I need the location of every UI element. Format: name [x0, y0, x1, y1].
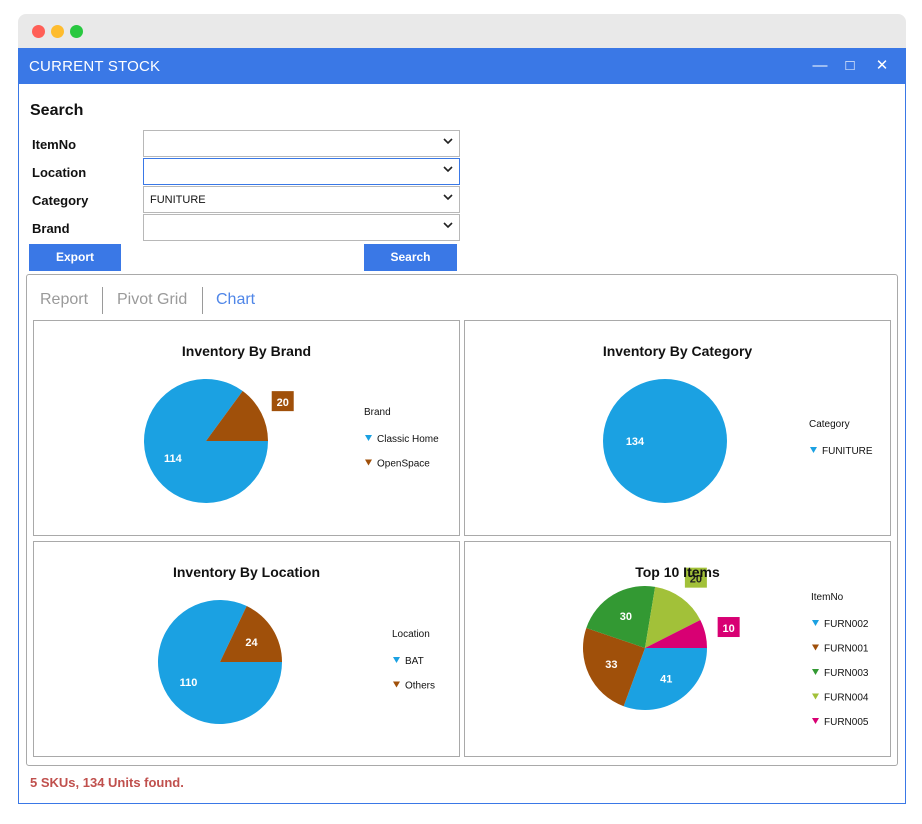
legend-marker-icon [365, 435, 372, 441]
chart-title: Inventory By Brand [181, 343, 312, 359]
chart-title: Top 10 Items [635, 564, 720, 580]
legend-item[interactable]: Classic Home [377, 434, 439, 445]
close-window-dot-icon[interactable] [32, 25, 45, 38]
legend-marker-icon [812, 644, 819, 651]
tab-report[interactable]: Report [40, 291, 88, 309]
window-titlebar: CURRENT STOCK — □ ✕ [19, 49, 905, 84]
tab-pivot-grid[interactable]: Pivot Grid [117, 291, 187, 309]
export-button[interactable]: Export [29, 244, 121, 271]
legend-marker-icon [812, 693, 819, 700]
search-button[interactable]: Search [364, 244, 457, 271]
legend-marker-icon [393, 681, 400, 688]
window-title: CURRENT STOCK [29, 58, 161, 75]
zoom-window-dot-icon[interactable] [70, 25, 83, 38]
legend-title: Brand [364, 407, 391, 418]
data-label: 20 [277, 397, 289, 409]
tab-divider [102, 287, 103, 314]
legend-item[interactable]: BAT [405, 656, 424, 667]
data-label: 33 [605, 659, 617, 671]
category-label: Category [32, 193, 89, 208]
location-label: Location [32, 165, 87, 180]
tab-chart[interactable]: Chart [216, 291, 255, 309]
current-stock-window: CURRENT STOCK — □ ✕ Search ItemNo Locati… [18, 48, 906, 804]
legend-marker-icon [393, 657, 400, 663]
macos-title-bar [18, 14, 906, 48]
category-select[interactable]: FUNITURE [143, 186, 460, 213]
results-panel: Report Pivot Grid Chart 114 20 Brand Classi… [26, 274, 898, 766]
chevron-down-icon [443, 138, 453, 145]
legend-marker-icon [365, 459, 372, 466]
chevron-down-icon [443, 166, 453, 173]
data-label: 110 [180, 677, 198, 689]
pie-slice[interactable] [603, 379, 727, 503]
data-label: 30 [620, 611, 632, 623]
legend-item[interactable]: FURN003 [824, 668, 869, 679]
itemno-select[interactable] [143, 130, 460, 157]
tab-divider [202, 287, 203, 314]
chart-top-10-items: 41 33 30 20 10 ItemNo FURN002 FURN001 FURN003 FUR… [464, 541, 891, 757]
chart-inventory-by-category: 134 Category FUNITURE Inventory By Categor… [464, 320, 891, 536]
status-message: 5 SKUs, 134 Units found. [30, 775, 184, 790]
legend-marker-icon [812, 669, 819, 675]
data-label: 41 [660, 674, 672, 686]
legend-title: Category [809, 419, 850, 430]
brand-label: Brand [32, 221, 70, 236]
chart-title: Inventory By Location [172, 564, 321, 580]
legend-title: ItemNo [811, 592, 844, 603]
legend-item[interactable]: FURN005 [824, 717, 869, 728]
legend-item[interactable]: FURN001 [824, 644, 869, 655]
data-label: 24 [245, 637, 258, 649]
chart-inventory-by-location: 110 24 Location BAT Others Inventory By Loca… [33, 541, 460, 757]
data-label: 134 [626, 436, 645, 448]
legend-marker-icon [810, 447, 817, 453]
legend-item[interactable]: OpenSpace [377, 459, 430, 470]
chart-inventory-by-brand: 114 20 Brand Classic Home OpenSpace Inventor… [33, 320, 460, 536]
legend-marker-icon [812, 620, 819, 626]
search-heading: Search [30, 102, 84, 119]
maximize-icon[interactable]: □ [835, 53, 865, 79]
chevron-down-icon [443, 194, 453, 201]
data-label: 10 [723, 623, 735, 635]
legend-item[interactable]: FURN004 [824, 693, 869, 704]
legend-marker-icon [812, 718, 819, 724]
minimize-icon[interactable]: — [805, 53, 835, 79]
brand-select[interactable] [143, 214, 460, 241]
legend-item[interactable]: Others [405, 681, 435, 692]
chevron-down-icon [443, 222, 453, 229]
data-label: 114 [164, 453, 183, 465]
close-icon[interactable]: ✕ [867, 53, 897, 79]
category-value: FUNITURE [150, 194, 206, 206]
minimize-window-dot-icon[interactable] [51, 25, 64, 38]
legend-item[interactable]: FUNITURE [822, 446, 873, 457]
chart-title: Inventory By Category [602, 343, 753, 359]
legend-item[interactable]: FURN002 [824, 619, 869, 630]
itemno-label: ItemNo [32, 137, 77, 152]
location-select[interactable] [143, 158, 460, 185]
legend-title: Location [392, 629, 430, 640]
